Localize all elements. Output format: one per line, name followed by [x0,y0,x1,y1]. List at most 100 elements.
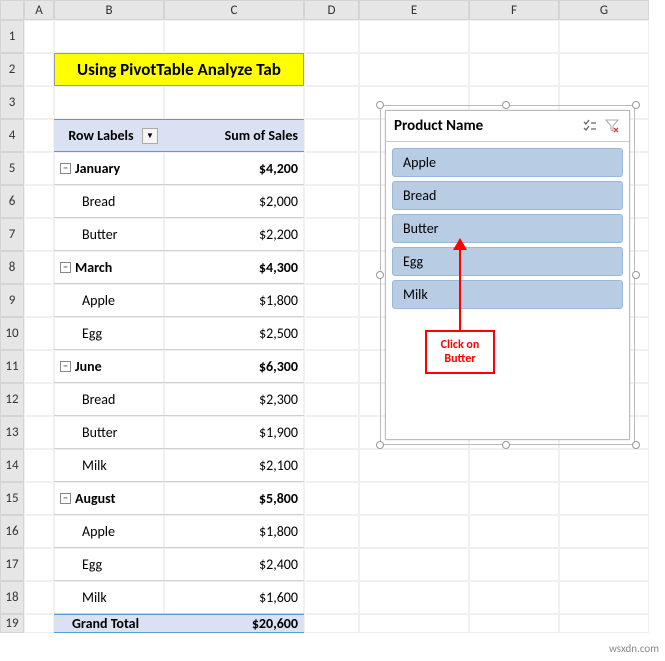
pivot-item-row[interactable]: Apple [54,515,164,548]
cell[interactable] [469,614,559,633]
pivot-item-row[interactable]: Butter [54,218,164,251]
cell[interactable] [559,515,649,548]
pivot-item-value[interactable]: $1,600 [164,581,304,614]
pivot-item-row[interactable]: Apple [54,284,164,317]
cell[interactable] [24,350,54,383]
cell[interactable] [24,317,54,350]
slicer-item[interactable]: Egg [392,247,623,276]
cell[interactable] [304,284,359,317]
row-header[interactable]: 18 [0,581,24,614]
column-header[interactable]: G [559,0,649,20]
cell[interactable] [469,515,559,548]
cell[interactable] [359,20,469,53]
cell[interactable] [559,548,649,581]
cell[interactable] [304,218,359,251]
pivot-item-row[interactable]: Bread [54,383,164,416]
cell[interactable] [24,284,54,317]
row-header[interactable]: 7 [0,218,24,251]
slicer-item[interactable]: Milk [392,280,623,309]
cell[interactable] [304,581,359,614]
cell[interactable] [24,548,54,581]
column-header[interactable]: C [164,0,304,20]
grand-total-value[interactable]: $20,600 [164,614,304,633]
pivot-item-row[interactable]: Milk [54,449,164,482]
cell[interactable] [359,548,469,581]
cell[interactable] [164,20,304,53]
cell[interactable] [559,449,649,482]
pivot-group-row[interactable]: −August [54,482,164,515]
cell[interactable] [359,449,469,482]
pivot-item-row[interactable]: Egg [54,317,164,350]
collapse-icon[interactable]: − [60,262,71,273]
cell[interactable] [54,20,164,53]
grand-total-label[interactable]: Grand Total [54,614,164,633]
row-header[interactable]: 1 [0,20,24,53]
dropdown-icon[interactable]: ▼ [142,128,158,144]
row-header[interactable]: 10 [0,317,24,350]
cell[interactable] [54,86,164,119]
cell[interactable] [304,119,359,152]
column-header[interactable]: F [469,0,559,20]
cell[interactable] [304,185,359,218]
row-header[interactable]: 13 [0,416,24,449]
row-header[interactable]: 16 [0,515,24,548]
row-header[interactable]: 12 [0,383,24,416]
collapse-icon[interactable]: − [60,361,71,372]
cell[interactable] [304,482,359,515]
slicer-item[interactable]: Bread [392,181,623,210]
cell[interactable] [359,482,469,515]
pivot-group-total[interactable]: $6,300 [164,350,304,383]
cell[interactable] [24,53,54,86]
cell[interactable] [304,548,359,581]
cell[interactable] [304,251,359,284]
column-header[interactable]: B [54,0,164,20]
cell[interactable] [359,581,469,614]
cell[interactable] [559,53,649,86]
cell[interactable] [304,152,359,185]
cell[interactable] [24,185,54,218]
cell[interactable] [304,383,359,416]
pivot-item-row[interactable]: Bread [54,185,164,218]
multi-select-icon[interactable] [581,117,599,135]
pivot-item-value[interactable]: $2,200 [164,218,304,251]
cell[interactable] [24,119,54,152]
pivot-item-value[interactable]: $2,000 [164,185,304,218]
column-header[interactable]: E [359,0,469,20]
row-header[interactable]: 9 [0,284,24,317]
pivot-item-row[interactable]: Egg [54,548,164,581]
pivot-group-total[interactable]: $4,300 [164,251,304,284]
cell[interactable] [304,515,359,548]
cell[interactable] [359,614,469,633]
slicer-item[interactable]: Apple [392,148,623,177]
cell[interactable] [304,20,359,53]
pivot-item-value[interactable]: $1,900 [164,416,304,449]
cell[interactable] [469,449,559,482]
cell[interactable] [304,317,359,350]
pivot-item-value[interactable]: $2,500 [164,317,304,350]
cell[interactable] [359,515,469,548]
pivot-item-value[interactable]: $2,400 [164,548,304,581]
pivot-item-value[interactable]: $1,800 [164,284,304,317]
cell[interactable] [24,383,54,416]
cell[interactable] [24,614,54,633]
pivot-item-row[interactable]: Milk [54,581,164,614]
cell[interactable] [304,449,359,482]
cell[interactable] [164,86,304,119]
pivot-group-total[interactable]: $5,800 [164,482,304,515]
pivot-group-total[interactable]: $4,200 [164,152,304,185]
cell[interactable] [359,53,469,86]
cell[interactable] [24,515,54,548]
column-header[interactable]: D [304,0,359,20]
cell[interactable] [304,614,359,633]
cell[interactable] [24,20,54,53]
row-header[interactable]: 14 [0,449,24,482]
pivot-item-row[interactable]: Butter [54,416,164,449]
cell[interactable] [304,416,359,449]
collapse-icon[interactable]: − [60,163,71,174]
cell[interactable] [559,20,649,53]
row-header[interactable]: 2 [0,53,24,86]
row-header[interactable]: 8 [0,251,24,284]
row-header[interactable]: 15 [0,482,24,515]
cell[interactable] [304,86,359,119]
slicer-product-name[interactable]: Product Name AppleBreadButterEggMilk [385,110,630,440]
